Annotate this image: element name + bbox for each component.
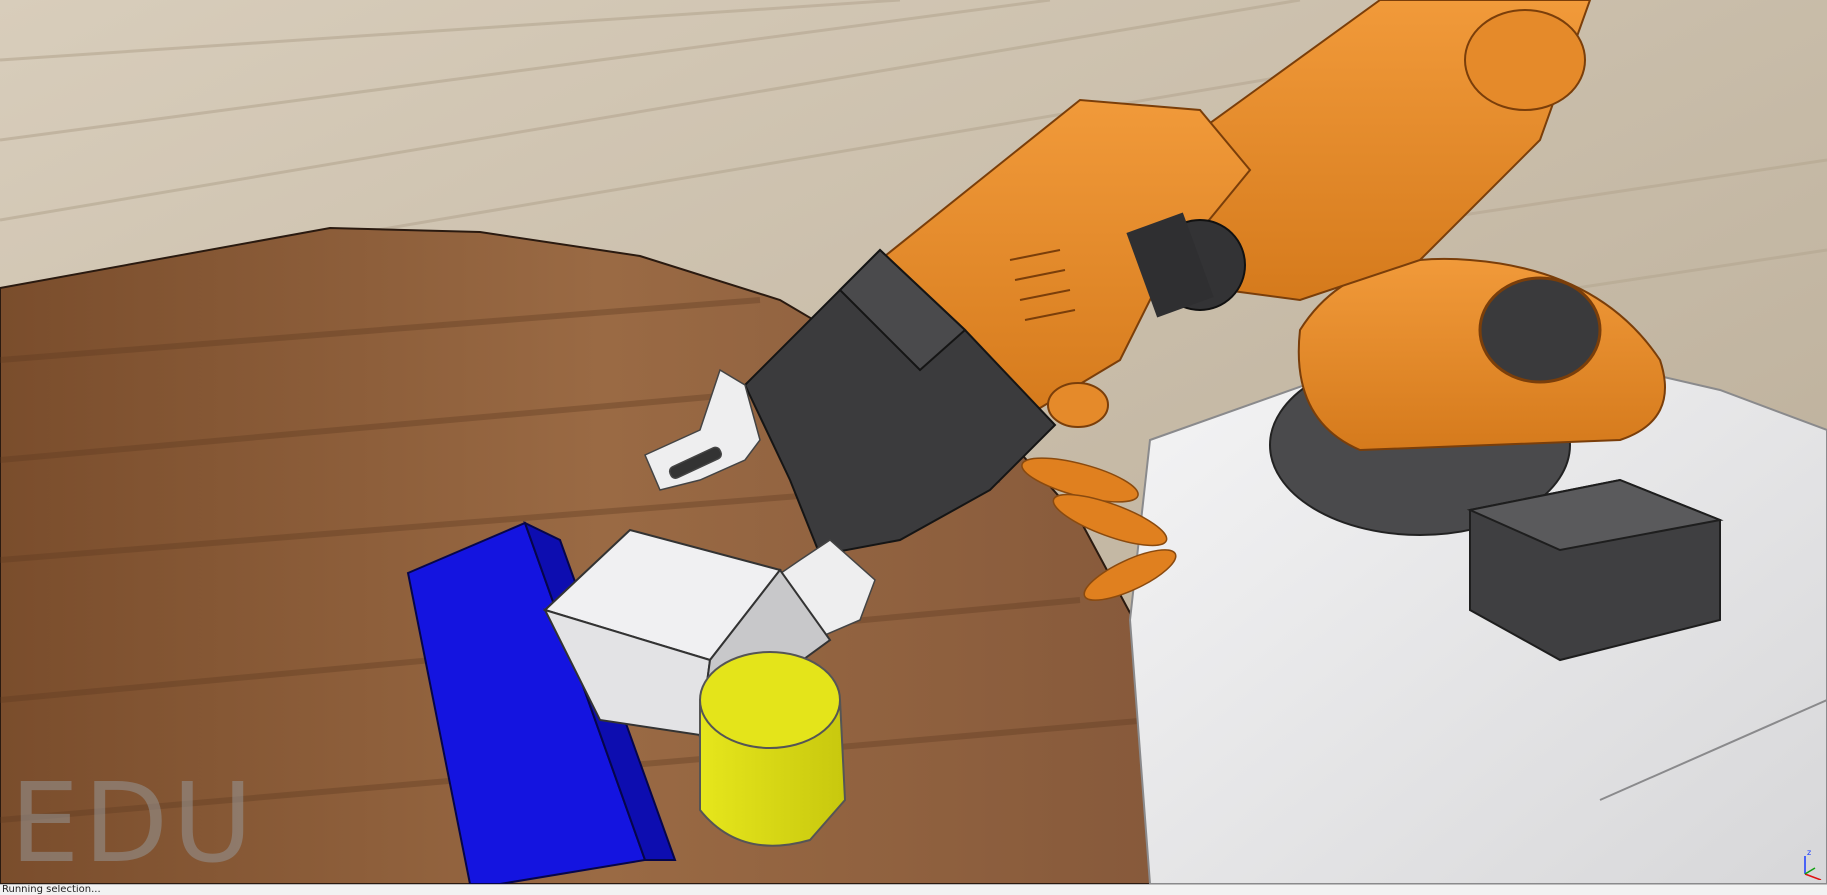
axis-z-label: z [1807,848,1811,857]
status-bar: Running selection... [0,884,1827,895]
axis-gizmo-icon: z [1804,848,1822,880]
scene-render[interactable] [0,0,1827,884]
status-text: Running selection... [2,884,101,895]
3d-viewport[interactable]: EDU z [0,0,1827,884]
yellow-cylinder[interactable] [699,651,847,847]
